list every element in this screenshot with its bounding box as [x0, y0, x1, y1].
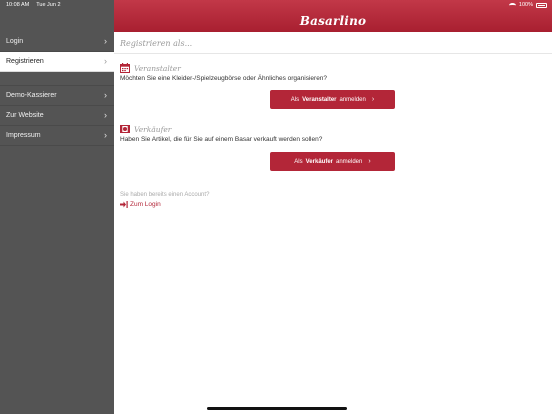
home-indicator [207, 407, 347, 410]
sidebar-item-impressum[interactable]: Impressum › [0, 126, 114, 146]
chevron-right-icon: › [104, 130, 107, 140]
sidebar-item-label: Login [6, 38, 24, 45]
sidebar-item-demo-kassierer[interactable]: Demo-Kassierer › [0, 86, 114, 106]
status-date: Tue Jun 2 [36, 2, 61, 8]
chevron-right-icon: › [104, 90, 107, 100]
ticket-icon [120, 125, 130, 133]
sidebar-item-login[interactable]: Login › [0, 32, 114, 52]
button-label-strong: Verkäufer [305, 158, 333, 165]
login-link[interactable]: Zum Login [120, 201, 209, 208]
chevron-right-icon: › [104, 110, 107, 120]
main-content: 100% Basarlino Registrieren als... Veran… [114, 0, 552, 414]
login-link-label: Zum Login [130, 201, 161, 208]
chevron-right-icon: › [368, 158, 371, 165]
register-organizer-button[interactable]: Als Veranstalter anmelden › [270, 90, 395, 109]
organizer-description: Möchten Sie eine Kleider-/Spielzeugbörse… [120, 75, 328, 82]
account-section: Sie haben bereits einen Account? Zum Log… [120, 192, 209, 208]
sidebar-header [0, 10, 114, 32]
account-question: Sie haben bereits einen Account? [120, 192, 210, 198]
sidebar-divider [0, 72, 114, 86]
status-bar-left: 10:08 AM Tue Jun 2 [0, 0, 114, 10]
battery-icon [536, 2, 547, 8]
app-logo: Basarlino [299, 14, 367, 28]
status-time: 10:08 AM [6, 2, 30, 8]
sidebar-item-label: Impressum [6, 132, 41, 139]
button-label-strong: Veranstalter [302, 96, 337, 103]
button-label-post: anmelden [336, 158, 363, 165]
button-label-post: anmelden [339, 96, 366, 103]
battery-percent: 100% [518, 2, 533, 8]
sidebar: 10:08 AM Tue Jun 2 Login › Registrieren … [0, 0, 114, 414]
seller-description: Haben Sie Artikel, die für Sie auf einem… [120, 136, 323, 143]
seller-title: Verkäufer [134, 124, 172, 134]
organizer-section: Veranstalter Möchten Sie eine Kleider-/S… [114, 63, 552, 82]
page-title: Registrieren als... [114, 32, 552, 54]
sidebar-item-zur-website[interactable]: Zur Website › [0, 106, 114, 126]
chevron-right-icon: › [371, 96, 375, 103]
register-seller-button[interactable]: Als Verkäufer anmelden › [270, 152, 395, 171]
sign-in-icon [120, 201, 128, 208]
wifi-icon [508, 2, 516, 8]
calendar-icon [120, 63, 130, 73]
sidebar-item-registrieren[interactable]: Registrieren › [0, 52, 114, 72]
sidebar-item-label: Demo-Kassierer [6, 92, 57, 99]
app-header: 100% Basarlino [114, 0, 552, 32]
button-label-pre: Als [294, 158, 303, 165]
button-label-pre: Als [290, 96, 300, 103]
chevron-right-icon: › [104, 36, 107, 46]
chevron-right-icon: › [104, 56, 107, 66]
organizer-title: Veranstalter [134, 63, 181, 73]
seller-section: Verkäufer Haben Sie Artikel, die für Sie… [114, 124, 322, 143]
status-bar-right: 100% [508, 2, 547, 8]
sidebar-item-label: Zur Website [6, 112, 44, 119]
sidebar-item-label: Registrieren [6, 58, 44, 65]
